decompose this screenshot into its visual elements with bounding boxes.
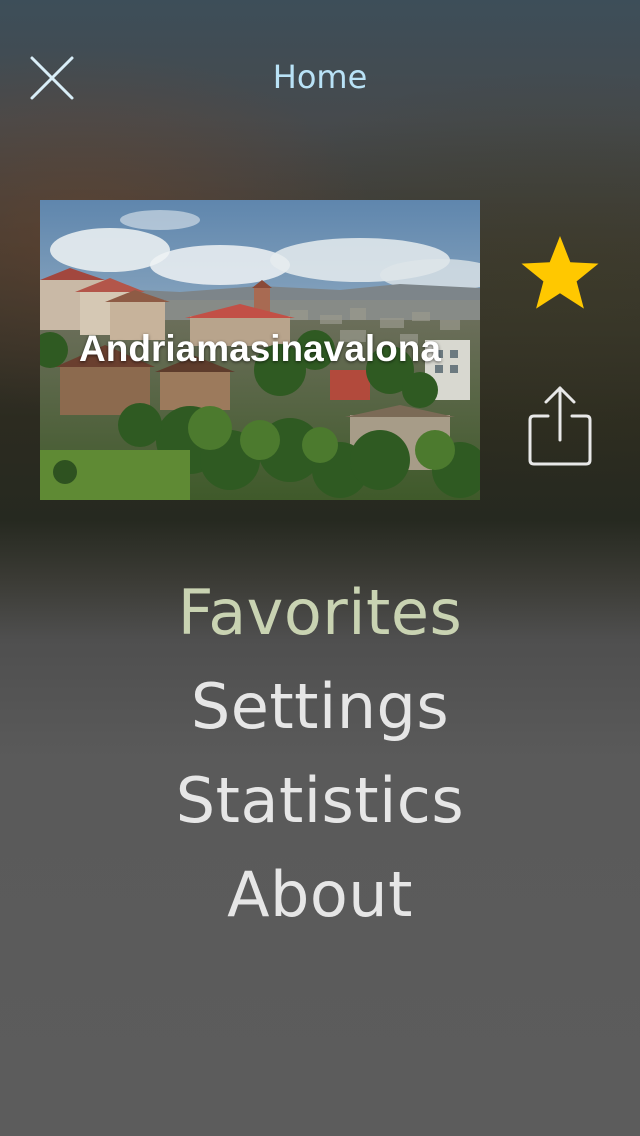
share-button[interactable] <box>524 382 596 472</box>
top-bar: Home <box>0 0 640 160</box>
page-title: Home <box>272 58 368 96</box>
featured-card[interactable]: Andriamasinavalona <box>40 200 480 500</box>
menu-item-statistics[interactable]: Statistics <box>0 754 640 848</box>
main-menu: Favorites Settings Statistics About <box>0 566 640 942</box>
menu-item-about[interactable]: About <box>0 848 640 942</box>
menu-item-favorites[interactable]: Favorites <box>0 566 640 660</box>
share-icon <box>528 386 592 466</box>
menu-item-settings[interactable]: Settings <box>0 660 640 754</box>
favorite-button[interactable] <box>516 232 604 320</box>
star-icon <box>521 236 599 309</box>
featured-label: Andriamasinavalona <box>79 328 441 369</box>
